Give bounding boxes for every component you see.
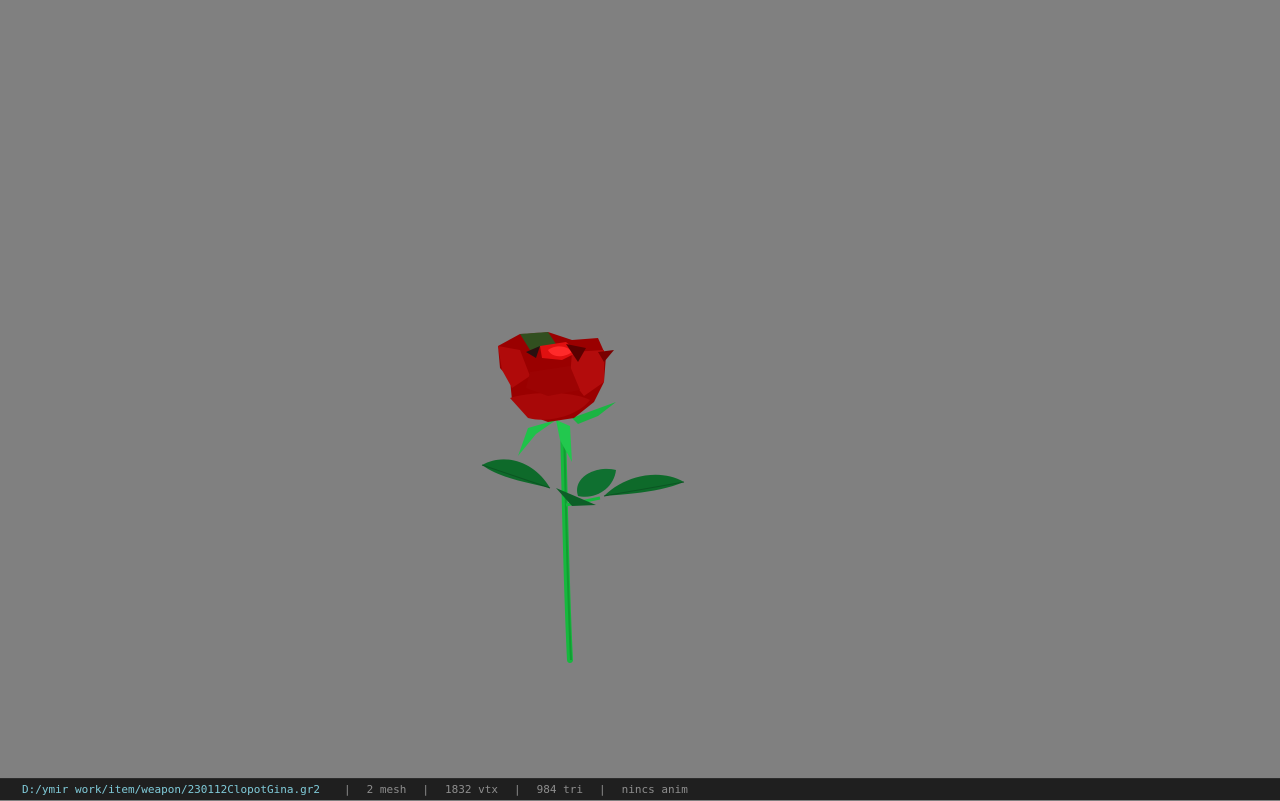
rose-model <box>481 332 685 663</box>
rose-sepal-left <box>518 420 556 456</box>
status-mesh-count: 2 mesh <box>366 782 407 796</box>
status-separator: | <box>514 782 521 796</box>
3d-viewport[interactable] <box>0 0 1280 778</box>
status-triangle-count: 984 tri <box>536 782 583 796</box>
status-animation: nincs anim <box>621 782 688 796</box>
status-separator: | <box>598 782 606 796</box>
status-bar: D:/ymir work/item/weapon/230112ClopotGin… <box>0 778 1280 800</box>
status-separator: | <box>422 782 430 796</box>
status-file-path: D:/ymir work/item/weapon/230112ClopotGin… <box>22 782 321 796</box>
status-separator: | <box>344 782 351 796</box>
rose-leaf-right <box>604 474 684 496</box>
rose-leaf-left <box>482 459 550 488</box>
status-vertex-count: 1832 vtx <box>445 782 498 796</box>
